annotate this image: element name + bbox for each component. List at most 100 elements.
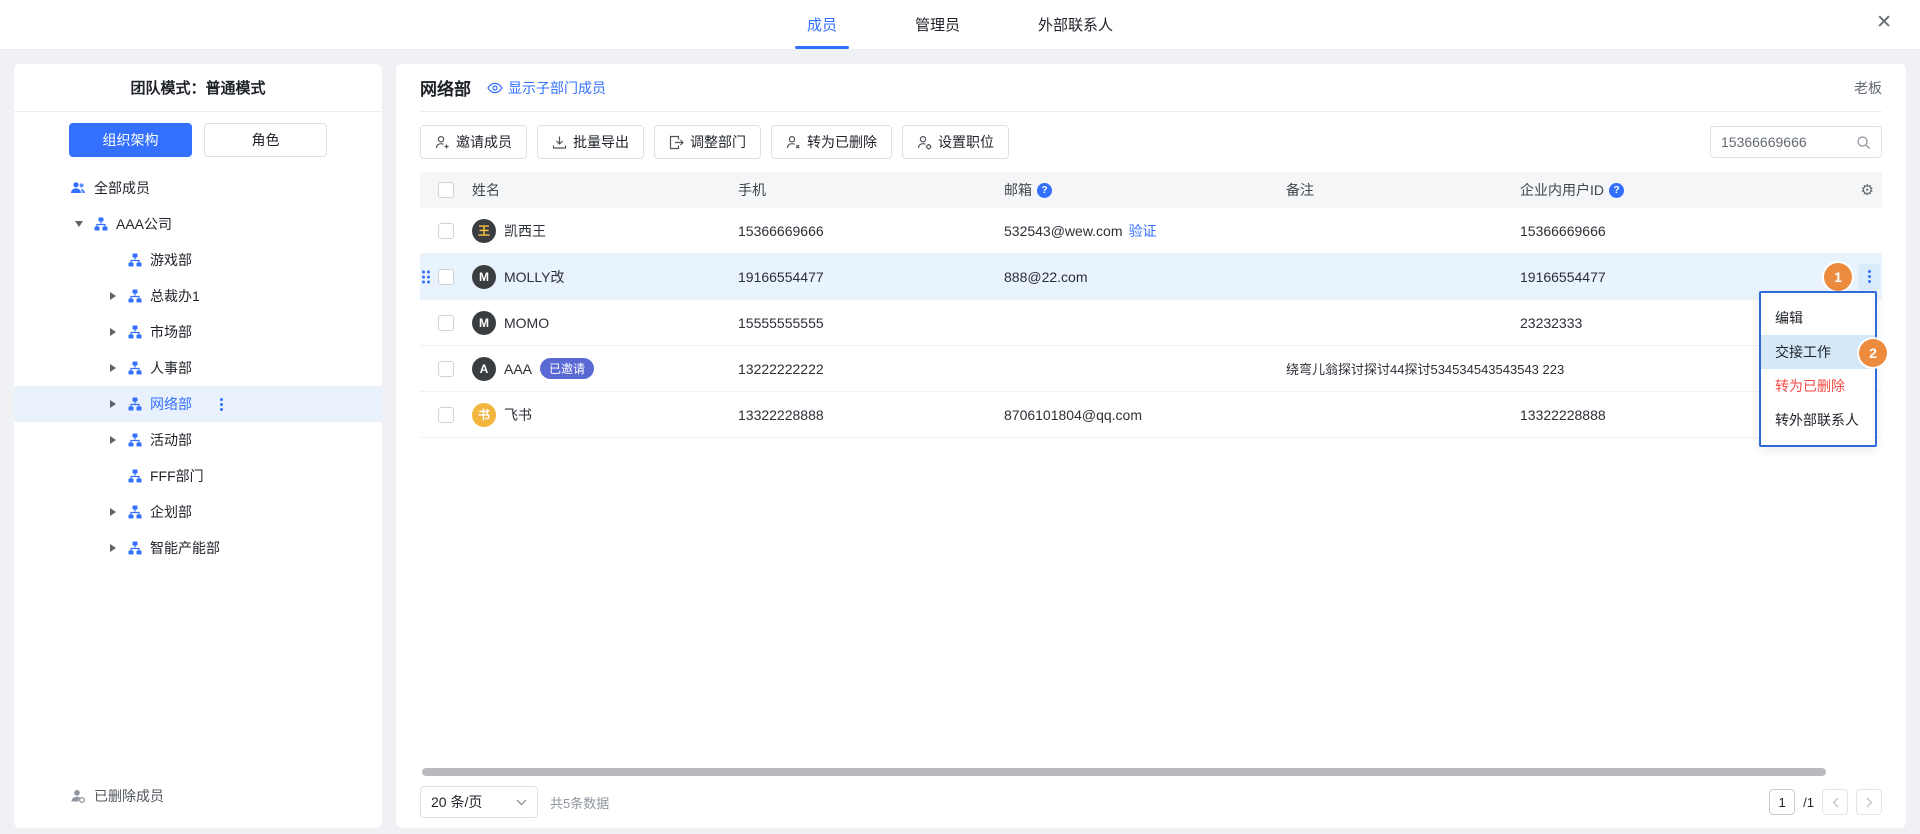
person-add-icon xyxy=(435,135,450,150)
col-header-name: 姓名 xyxy=(466,180,732,200)
org-icon xyxy=(128,325,142,339)
select-all-checkbox[interactable] xyxy=(438,182,454,198)
horizontal-scrollbar[interactable] xyxy=(422,768,1826,776)
close-icon[interactable]: ✕ xyxy=(1876,13,1892,32)
deleted-members-link[interactable]: 已删除成员 xyxy=(14,778,382,814)
drag-handle-icon[interactable] xyxy=(422,270,430,283)
avatar: 书 xyxy=(472,403,496,427)
tab-admins[interactable]: 管理员 xyxy=(889,0,986,49)
sidebar-item-planning-dept[interactable]: 企划部 xyxy=(14,494,382,530)
show-sub-department-label: 显示子部门成员 xyxy=(508,78,606,98)
chevron-right-icon[interactable] xyxy=(106,328,120,336)
next-page-button[interactable] xyxy=(1856,789,1882,815)
verify-email-link[interactable]: 验证 xyxy=(1129,221,1157,241)
sidebar-item-network-dept[interactable]: 网络部 xyxy=(14,386,382,422)
batch-export-button[interactable]: 批量导出 xyxy=(537,125,644,159)
search-icon xyxy=(1856,135,1871,150)
row-more-button[interactable] xyxy=(1858,264,1880,290)
member-phone: 13222222222 xyxy=(732,361,998,377)
total-count-label: 共5条数据 xyxy=(550,793,609,812)
pagination-bar: 20 条/页 共5条数据 1 /1 xyxy=(420,776,1882,828)
email-help-icon[interactable]: ? xyxy=(1037,183,1052,198)
chevron-down-icon[interactable] xyxy=(72,221,86,227)
sidebar-item-all-members[interactable]: 全部成员 xyxy=(14,170,382,206)
row-checkbox[interactable] xyxy=(438,407,454,423)
owner-label: 老板 xyxy=(1854,78,1882,98)
current-page-box[interactable]: 1 xyxy=(1769,789,1795,815)
table-row[interactable]: M MOLLY改 19166554477 888@22.com 19166554… xyxy=(420,254,1882,300)
tab-members-label: 成员 xyxy=(807,14,837,35)
sidebar-item-smart-capacity-dept[interactable]: 智能产能部 xyxy=(14,530,382,566)
row-checkbox[interactable] xyxy=(438,223,454,239)
team-mode-title: 团队模式：普通模式 xyxy=(14,64,382,112)
table-body: 王 凯西王 15366669666 532543@wew.com 验证 1536… xyxy=(420,208,1882,438)
chevron-down-icon xyxy=(516,799,527,806)
invite-member-button[interactable]: 邀请成员 xyxy=(420,125,527,159)
sidebar-item-marketing-dept[interactable]: 市场部 xyxy=(14,314,382,350)
chevron-right-icon[interactable] xyxy=(106,508,120,516)
sidebar-item-game-dept[interactable]: 游戏部 xyxy=(14,242,382,278)
row-checkbox[interactable] xyxy=(438,269,454,285)
pager-controls: 1 /1 xyxy=(1769,789,1882,815)
top-tab-bar: 成员 管理员 外部联系人 ✕ xyxy=(0,0,1920,50)
menu-item-edit[interactable]: 编辑 xyxy=(1761,301,1875,335)
roles-button[interactable]: 角色 xyxy=(204,123,327,157)
tree-label: 网络部 xyxy=(150,394,192,414)
chevron-right-icon[interactable] xyxy=(106,544,120,552)
row-checkbox[interactable] xyxy=(438,361,454,377)
department-header: 网络部 显示子部门成员 老板 xyxy=(420,64,1882,112)
prev-page-button[interactable] xyxy=(1822,789,1848,815)
col-header-user-id: 企业内用户ID xyxy=(1520,180,1604,200)
tab-members[interactable]: 成员 xyxy=(781,0,863,49)
table-row[interactable]: M MOMO 15555555555 23232333 xyxy=(420,300,1882,346)
column-settings-icon[interactable]: ⚙ xyxy=(1818,181,1882,199)
member-name: MOLLY改 xyxy=(504,267,564,287)
search-input[interactable] xyxy=(1721,134,1856,150)
tab-external-contacts[interactable]: 外部联系人 xyxy=(1012,0,1139,49)
more-vertical-icon[interactable] xyxy=(220,398,223,411)
table-row[interactable]: 书 飞书 13322228888 8706101804@qq.com 13322… xyxy=(420,392,1882,438)
member-table: 姓名 手机 邮箱? 备注 企业内用户ID? ⚙ 王 凯西王 1536666966… xyxy=(420,172,1882,438)
member-user-id: 15366669666 xyxy=(1514,223,1818,239)
sidebar-item-activity-dept[interactable]: 活动部 xyxy=(14,422,382,458)
menu-item-handover-work[interactable]: 交接工作 xyxy=(1761,335,1875,369)
page-size-value: 20 条/页 xyxy=(431,792,516,812)
row-checkbox[interactable] xyxy=(438,315,454,331)
eye-icon xyxy=(487,82,503,94)
user-id-help-icon[interactable]: ? xyxy=(1609,183,1624,198)
member-name: 凯西王 xyxy=(504,221,546,241)
chevron-right-icon[interactable] xyxy=(106,364,120,372)
sidebar-item-fff-dept[interactable]: FFF部门 xyxy=(14,458,382,494)
menu-item-to-external-contact[interactable]: 转外部联系人 xyxy=(1761,403,1875,437)
sidebar-item-ceo-office[interactable]: 总裁办1 xyxy=(14,278,382,314)
chevron-right-icon[interactable] xyxy=(106,400,120,408)
sidebar-item-aaa-company[interactable]: AAA公司 xyxy=(14,206,382,242)
member-name: AAA xyxy=(504,361,532,377)
adjust-department-button[interactable]: 调整部门 xyxy=(654,125,761,159)
menu-item-move-to-deleted[interactable]: 转为已删除 xyxy=(1761,369,1875,403)
move-to-deleted-label: 转为已删除 xyxy=(807,132,877,152)
total-pages-label: /1 xyxy=(1803,795,1814,810)
sidebar-item-hr-dept[interactable]: 人事部 xyxy=(14,350,382,386)
tree-label: 总裁办1 xyxy=(150,286,200,306)
tabs: 成员 管理员 外部联系人 xyxy=(781,0,1139,49)
org-structure-button[interactable]: 组织架构 xyxy=(69,123,192,157)
page-size-select[interactable]: 20 条/页 xyxy=(420,786,538,818)
move-to-deleted-button[interactable]: 转为已删除 xyxy=(771,125,892,159)
org-icon xyxy=(128,433,142,447)
table-row[interactable]: 王 凯西王 15366669666 532543@wew.com 验证 1536… xyxy=(420,208,1882,254)
department-title: 网络部 xyxy=(420,75,471,100)
member-email: 888@22.com xyxy=(1004,269,1087,285)
sidebar: 团队模式：普通模式 组织架构 角色 全部成员 AAA公司 xyxy=(14,64,382,828)
org-icon xyxy=(128,541,142,555)
mode-switch: 组织架构 角色 xyxy=(14,112,382,157)
set-position-button[interactable]: 设置职位 xyxy=(902,125,1009,159)
tree-label: 人事部 xyxy=(150,358,192,378)
chevron-right-icon[interactable] xyxy=(106,436,120,444)
show-sub-department-link[interactable]: 显示子部门成员 xyxy=(487,78,606,98)
table-row[interactable]: A AAA 已邀请 13222222222 绕弯儿翁探讨探讨44探讨534534… xyxy=(420,346,1882,392)
chevron-right-icon[interactable] xyxy=(106,292,120,300)
col-header-phone: 手机 xyxy=(732,180,998,200)
avatar: M xyxy=(472,311,496,335)
tree-label: 企划部 xyxy=(150,502,192,522)
